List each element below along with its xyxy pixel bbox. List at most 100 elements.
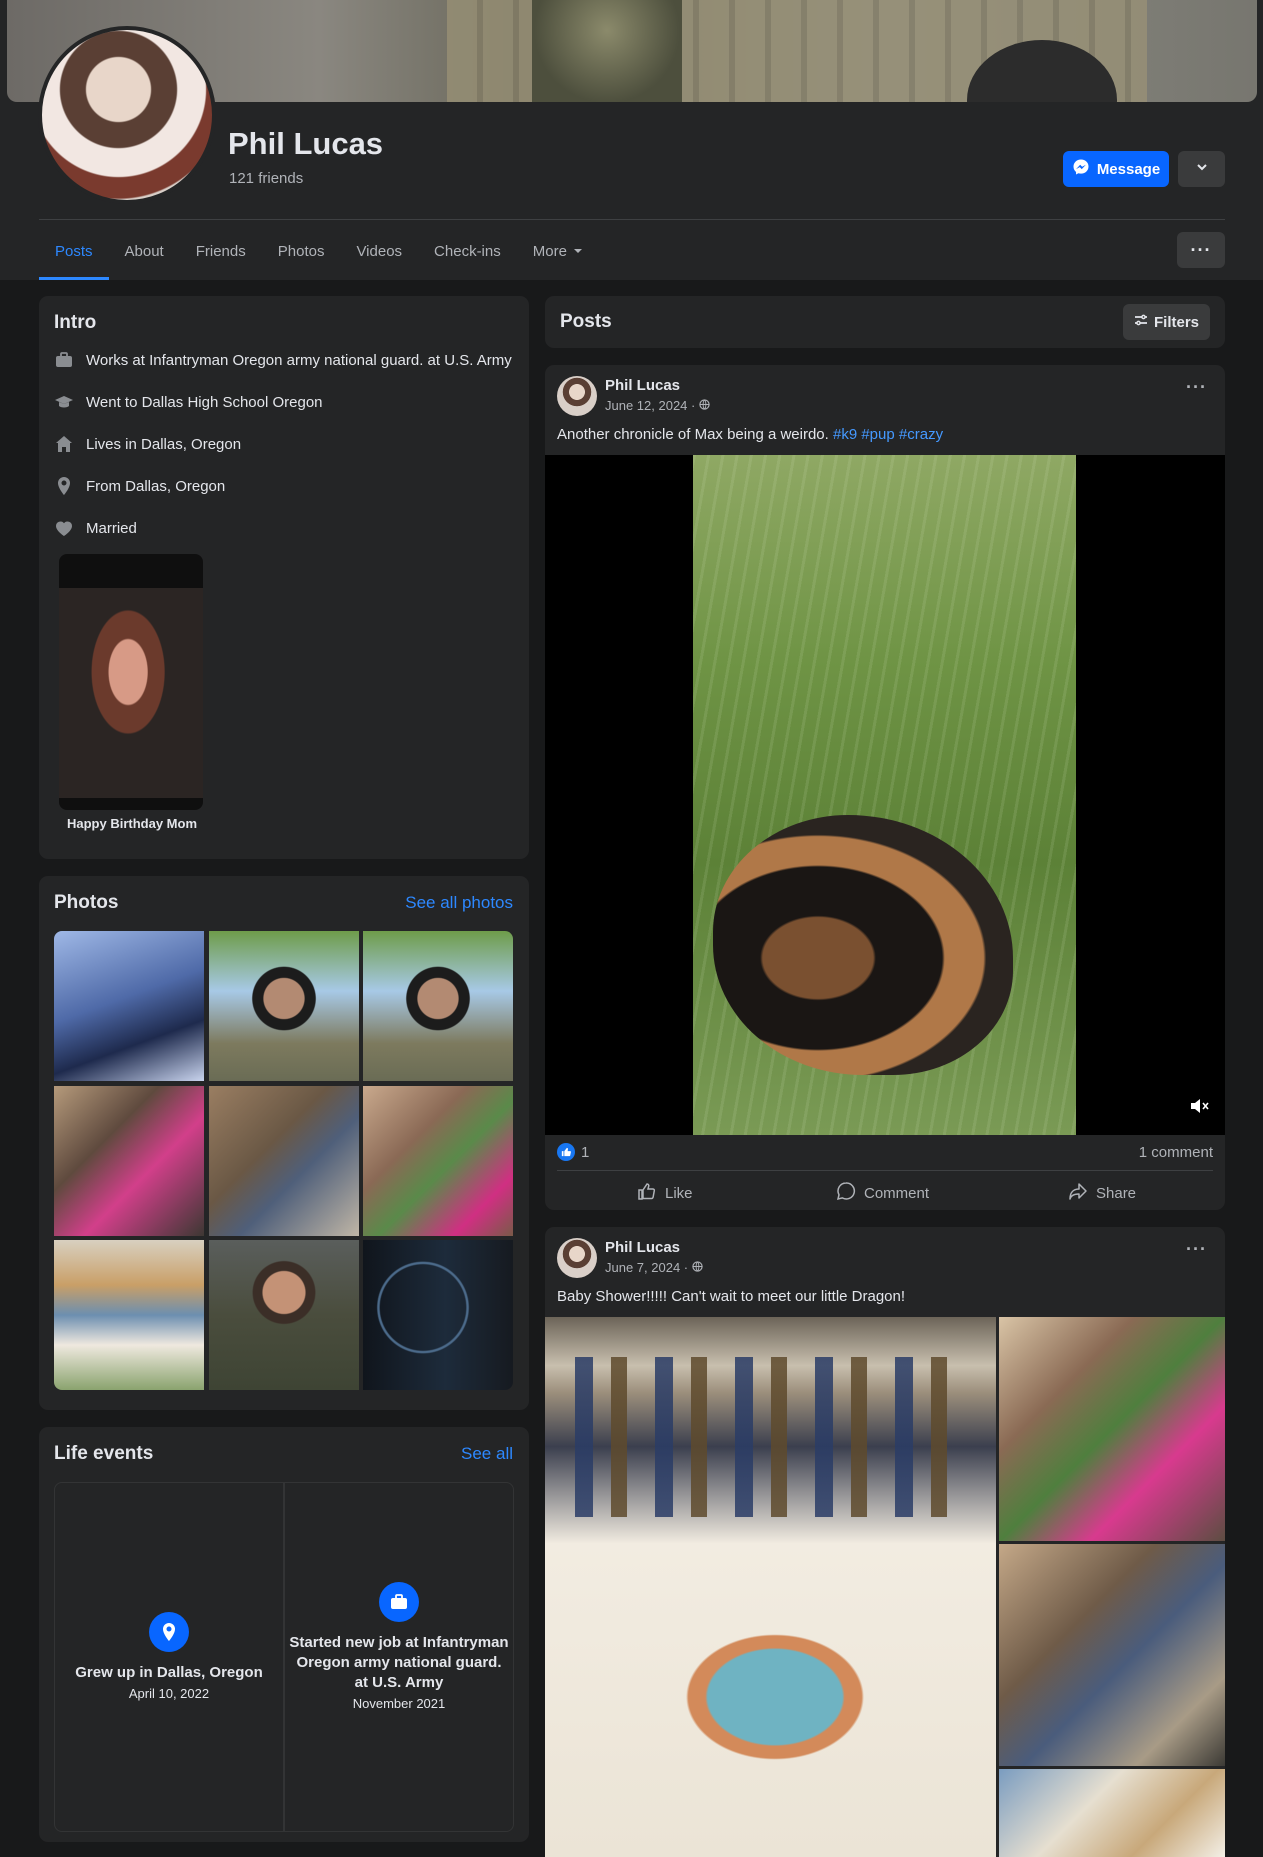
intro-work: Works at Infantryman Oregon army nationa… bbox=[54, 350, 512, 370]
profile-avatar[interactable] bbox=[38, 26, 216, 204]
video-dog bbox=[713, 815, 1013, 1075]
post-photo-thumbnail[interactable] bbox=[999, 1544, 1225, 1766]
tassel-garland bbox=[575, 1357, 975, 1517]
profile-tabs: Posts About Friends Photos Videos Check-… bbox=[39, 222, 599, 280]
filters-button[interactable]: Filters bbox=[1123, 304, 1210, 340]
intro-lives-value[interactable]: Dallas, Oregon bbox=[141, 436, 241, 453]
posts-title: Posts bbox=[560, 311, 612, 332]
see-all-life-events-link[interactable]: See all bbox=[461, 1444, 513, 1464]
post-date[interactable]: June 7, 2024 · bbox=[605, 1260, 703, 1275]
intro-work-prefix: Works at bbox=[86, 351, 150, 369]
intro-from-prefix: From bbox=[86, 477, 126, 495]
life-event-text: Started new job at Infantryman Oregon ar… bbox=[289, 1634, 509, 1691]
comment-count[interactable]: 1 comment bbox=[1139, 1144, 1213, 1161]
location-pin-icon bbox=[54, 476, 74, 496]
mute-icon[interactable] bbox=[1188, 1095, 1210, 1122]
tab-about[interactable]: About bbox=[109, 222, 180, 280]
photo-thumbnail[interactable] bbox=[54, 1240, 204, 1390]
life-event-date: April 10, 2022 bbox=[128, 1686, 210, 1701]
like-label: Like bbox=[665, 1184, 693, 1202]
friends-count[interactable]: 121 friends bbox=[229, 170, 303, 187]
post-date-text: June 12, 2024 · bbox=[605, 398, 696, 413]
intro-from-value[interactable]: Dallas, Oregon bbox=[125, 478, 225, 495]
see-all-photos-link[interactable]: See all photos bbox=[405, 893, 513, 913]
post-text: Baby Shower!!!!! Can't wait to meet our … bbox=[557, 1288, 906, 1305]
photo-thumbnail[interactable] bbox=[363, 1240, 513, 1390]
post-card: Phil Lucas June 7, 2024 · ··· Baby Showe… bbox=[545, 1227, 1225, 1857]
post-video[interactable] bbox=[545, 455, 1225, 1135]
photo-thumbnail[interactable] bbox=[54, 1085, 204, 1236]
post-author-name[interactable]: Phil Lucas bbox=[605, 377, 680, 394]
hashtag-k9[interactable]: #k9 bbox=[833, 426, 857, 443]
tab-photos[interactable]: Photos bbox=[262, 222, 341, 280]
photos-grid bbox=[54, 931, 513, 1390]
tab-videos[interactable]: Videos bbox=[340, 222, 418, 280]
life-event-text: Grew up in Dallas, Oregon bbox=[75, 1664, 263, 1681]
chevron-down-icon bbox=[1196, 160, 1208, 178]
caret-down-icon bbox=[573, 243, 583, 260]
hashtag-crazy[interactable]: #crazy bbox=[899, 426, 943, 443]
intro-lives: Lives in Dallas, Oregon bbox=[54, 434, 241, 454]
post-date[interactable]: June 12, 2024 · bbox=[605, 398, 711, 413]
intro-work-value[interactable]: Infantryman Oregon army national guard. … bbox=[149, 352, 512, 369]
post-card: Phil Lucas June 12, 2024 · ··· Another c… bbox=[545, 365, 1225, 1210]
thumbs-up-icon bbox=[637, 1181, 657, 1205]
photo-thumbnail[interactable] bbox=[208, 1085, 359, 1236]
share-button[interactable]: Share bbox=[1068, 1176, 1136, 1210]
life-event-item[interactable]: Grew up in Dallas, Oregon April 10, 2022 bbox=[54, 1482, 284, 1832]
intro-title: Intro bbox=[54, 312, 97, 333]
post-photo-thumbnail[interactable] bbox=[999, 1769, 1225, 1857]
profile-dropdown-button[interactable] bbox=[1178, 151, 1225, 187]
tab-posts[interactable]: Posts bbox=[39, 222, 109, 280]
message-button[interactable]: Message bbox=[1063, 151, 1169, 187]
hashtag-pup[interactable]: #pup bbox=[861, 426, 894, 443]
photos-card: Photos See all photos bbox=[39, 876, 529, 1410]
intro-education-prefix: Went to bbox=[86, 393, 142, 411]
home-icon bbox=[54, 434, 74, 454]
cover-soldier bbox=[532, 0, 682, 102]
profile-options-button[interactable]: ··· bbox=[1177, 232, 1225, 268]
filters-icon bbox=[1134, 313, 1148, 331]
tab-more[interactable]: More bbox=[517, 222, 599, 280]
tab-check-ins[interactable]: Check-ins bbox=[418, 222, 517, 280]
globe-icon bbox=[692, 1260, 703, 1275]
post-author-avatar[interactable] bbox=[557, 376, 597, 416]
post-options-icon[interactable]: ··· bbox=[1186, 1239, 1207, 1260]
post-options-icon[interactable]: ··· bbox=[1186, 377, 1207, 398]
comment-icon bbox=[836, 1181, 856, 1205]
tab-more-label: More bbox=[532, 242, 567, 260]
profile-header: Phil Lucas 121 friends Message Posts Abo… bbox=[0, 0, 1263, 280]
briefcase-icon bbox=[54, 350, 74, 370]
like-button[interactable]: Like bbox=[637, 1176, 693, 1210]
life-event-date: November 2021 bbox=[352, 1696, 446, 1711]
message-label: Message bbox=[1096, 160, 1161, 178]
photo-thumbnail[interactable] bbox=[208, 931, 359, 1081]
featured-photo-image bbox=[59, 588, 203, 798]
post-photo-main[interactable] bbox=[545, 1317, 996, 1857]
photo-thumbnail[interactable] bbox=[208, 1240, 359, 1390]
post-author-name[interactable]: Phil Lucas bbox=[605, 1239, 680, 1256]
more-dots-icon: ··· bbox=[1190, 239, 1212, 260]
post-author-avatar[interactable] bbox=[557, 1238, 597, 1278]
location-pin-icon bbox=[149, 1612, 189, 1652]
photo-thumbnail[interactable] bbox=[363, 931, 513, 1081]
life-events-title: Life events bbox=[54, 1443, 154, 1464]
video-frame-grass bbox=[693, 455, 1076, 1135]
comment-button[interactable]: Comment bbox=[836, 1176, 929, 1210]
posts-header-card: Posts Filters bbox=[545, 296, 1225, 348]
reaction-count: 1 bbox=[581, 1143, 590, 1161]
intro-education-value[interactable]: Dallas High School Oregon bbox=[142, 394, 323, 411]
featured-photo[interactable] bbox=[59, 554, 203, 810]
post-photo-thumbnail[interactable] bbox=[999, 1317, 1225, 1541]
post-reactions[interactable]: 1 bbox=[557, 1143, 589, 1161]
photo-thumbnail[interactable] bbox=[54, 931, 204, 1081]
photo-thumbnail[interactable] bbox=[363, 1085, 513, 1236]
messenger-icon bbox=[1072, 158, 1090, 180]
intro-from: From Dallas, Oregon bbox=[54, 476, 225, 496]
like-reaction-icon bbox=[557, 1143, 575, 1161]
intro-card: Intro Works at Infantryman Oregon army n… bbox=[39, 296, 529, 859]
featured-caption: Happy Birthday Mom bbox=[67, 816, 198, 831]
intro-education: Went to Dallas High School Oregon bbox=[54, 392, 323, 412]
life-event-item[interactable]: Started new job at Infantryman Oregon ar… bbox=[284, 1482, 514, 1832]
tab-friends[interactable]: Friends bbox=[180, 222, 262, 280]
